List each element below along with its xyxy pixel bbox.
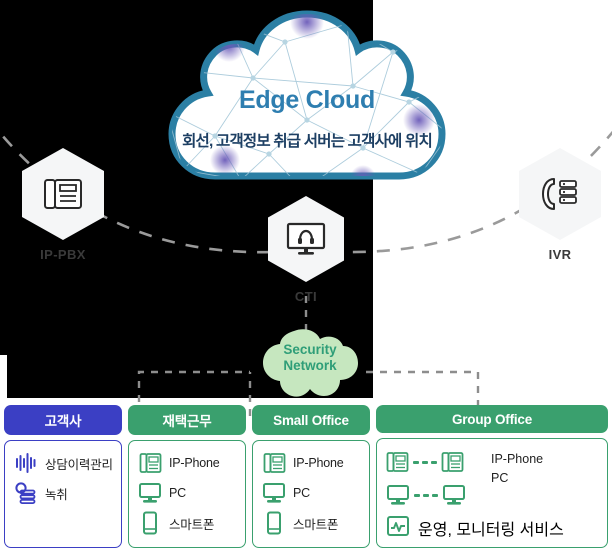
list-item[interactable]: 녹취 (14, 480, 113, 506)
column-body-customer: 상담이력관리 녹취 (4, 440, 122, 548)
edge-cloud-subtitle: 회선, 고객정보 취급 서버는 고객사에 위치 (182, 133, 433, 150)
desktop-icon (138, 481, 162, 505)
ip-phone-pair-icon[interactable] (386, 447, 491, 477)
column-header-remote-work[interactable]: 재택근무 (128, 405, 246, 435)
node-label: IVR (548, 247, 572, 262)
list-item-label: PC (293, 486, 310, 500)
node-label: CTI (294, 289, 318, 304)
list-item[interactable]: 스마트폰 (138, 510, 237, 536)
ip-phone-icon (44, 179, 82, 209)
background-region-mid-right (373, 253, 612, 398)
column-header-group-office[interactable]: Group Office (376, 405, 608, 433)
hexagon-shape (22, 148, 104, 240)
list-item-label: 스마트폰 (293, 517, 339, 532)
dotted-link-icon (413, 460, 437, 464)
list-item-label: IP-Phone (169, 456, 220, 470)
column-header-customer[interactable]: 고객사 (4, 405, 122, 435)
edge-cloud-title: Edge Cloud (239, 86, 375, 114)
list-item-label: 녹취 (45, 487, 68, 502)
waveform-icon (14, 451, 38, 475)
list-item-label: IP-Phone (491, 452, 544, 466)
column-header-small-office[interactable]: Small Office (252, 405, 370, 435)
ip-phone-icon (138, 451, 162, 475)
handset-server-icon (542, 178, 577, 210)
column-small-office: Small Office IP-Phone PC 스마트폰 (252, 405, 370, 548)
node-cti[interactable]: CTI (268, 196, 344, 304)
hexagon-shape (519, 148, 601, 240)
column-group-office: Group Office 운영, 모니터링 서비스 IP-Phone PC (376, 405, 608, 548)
security-network-cloud: Security Network (258, 325, 362, 401)
monitoring-row[interactable]: 운영, 모니터링 서비스 (386, 513, 564, 543)
node-label: IP-PBX (40, 247, 86, 262)
dotted-link-icon (414, 493, 438, 497)
smartphone-icon (262, 511, 286, 535)
list-item[interactable]: IP-Phone (138, 450, 237, 476)
list-item[interactable]: 스마트폰 (262, 510, 361, 536)
ip-phone-icon (262, 451, 286, 475)
list-item-label: IP-Phone (293, 456, 344, 470)
recording-icon (14, 481, 38, 505)
group-office-icons: 운영, 모니터링 서비스 (386, 447, 564, 543)
column-body-remote-work: IP-Phone PC 스마트폰 (128, 440, 246, 548)
group-office-labels: IP-Phone PC (491, 447, 599, 543)
edge-cloud: Edge Cloud 회선, 고객정보 취급 서버는 고객사에 위치 (157, 8, 457, 200)
node-ivr[interactable]: IVR (519, 148, 601, 262)
column-customer: 고객사 상담이력관리 녹취 (4, 405, 122, 548)
category-columns: 고객사 상담이력관리 녹취 재택근무 IP-Phone PC 스마트폰 Smal… (0, 405, 612, 548)
security-line-2: Network (283, 358, 337, 373)
list-item-label: 상담이력관리 (45, 457, 113, 472)
security-line-1: Security (283, 342, 337, 357)
list-item[interactable]: PC (262, 480, 361, 506)
headset-monitor-icon (286, 222, 326, 255)
list-item-label: 스마트폰 (169, 517, 215, 532)
column-body-group-office: 운영, 모니터링 서비스 IP-Phone PC (376, 438, 608, 548)
list-item-label: PC (169, 486, 186, 500)
diagram-canvas: Edge Cloud 회선, 고객정보 취급 서버는 고객사에 위치 IP-PB… (0, 0, 612, 548)
list-item[interactable]: 상담이력관리 (14, 450, 113, 476)
desktop-pair-icon[interactable] (386, 480, 491, 510)
node-ip-pbx[interactable]: IP-PBX (22, 148, 104, 262)
desktop-icon (262, 481, 286, 505)
smartphone-icon (138, 511, 162, 535)
hexagon-shape (268, 196, 344, 282)
list-item-label: PC (491, 471, 509, 485)
list-item[interactable]: PC (138, 480, 237, 506)
list-item[interactable]: IP-Phone (262, 450, 361, 476)
security-network-label: Security Network (258, 342, 362, 374)
monitoring-icon (386, 514, 410, 543)
column-body-small-office: IP-Phone PC 스마트폰 (252, 440, 370, 548)
column-remote-work: 재택근무 IP-Phone PC 스마트폰 (128, 405, 246, 548)
